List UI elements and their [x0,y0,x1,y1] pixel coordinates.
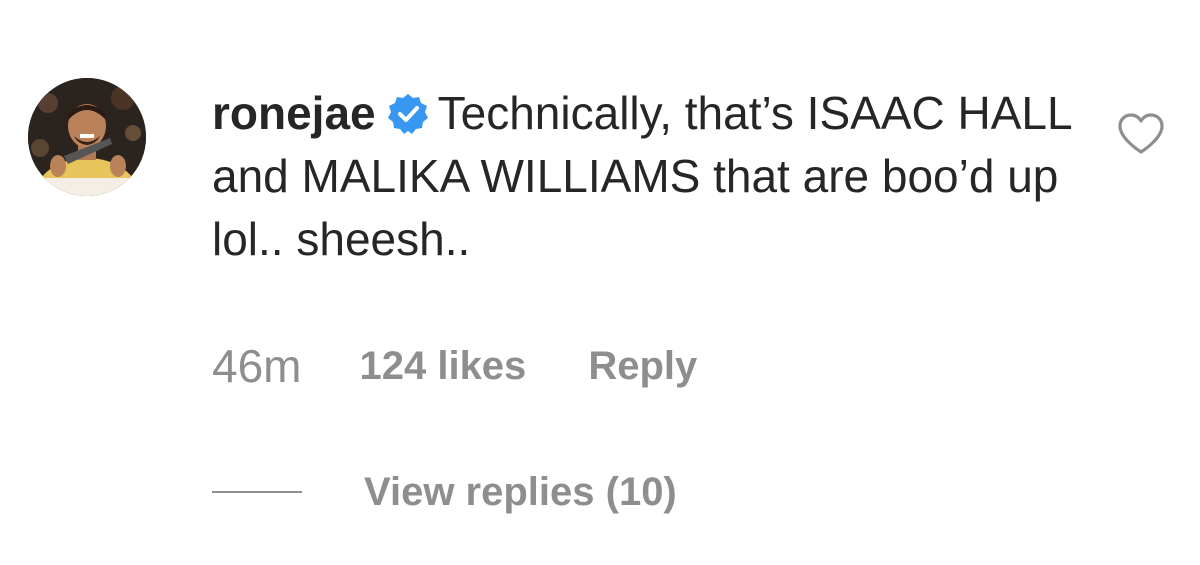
view-replies-label: View replies (10) [364,469,677,514]
view-replies-button[interactable]: View replies (10) [212,464,677,520]
replies-divider-line [212,491,302,493]
username-link[interactable]: ronejae [212,87,376,139]
comment-timestamp[interactable]: 46m [212,339,301,393]
likes-count-button[interactable]: 124 likes [359,344,526,389]
verified-badge-icon [386,92,430,136]
comment-body: ronejae Technically, that’s ISAAC HALL a… [212,82,1072,271]
comment-meta: 46m 124 likes Reply [212,338,697,394]
user-avatar[interactable] [28,78,146,196]
reply-button[interactable]: Reply [588,344,697,389]
comment: ronejae Technically, that’s ISAAC HALL a… [0,0,1200,565]
avatar-photo [28,78,146,196]
heart-outline-icon[interactable] [1116,112,1166,156]
